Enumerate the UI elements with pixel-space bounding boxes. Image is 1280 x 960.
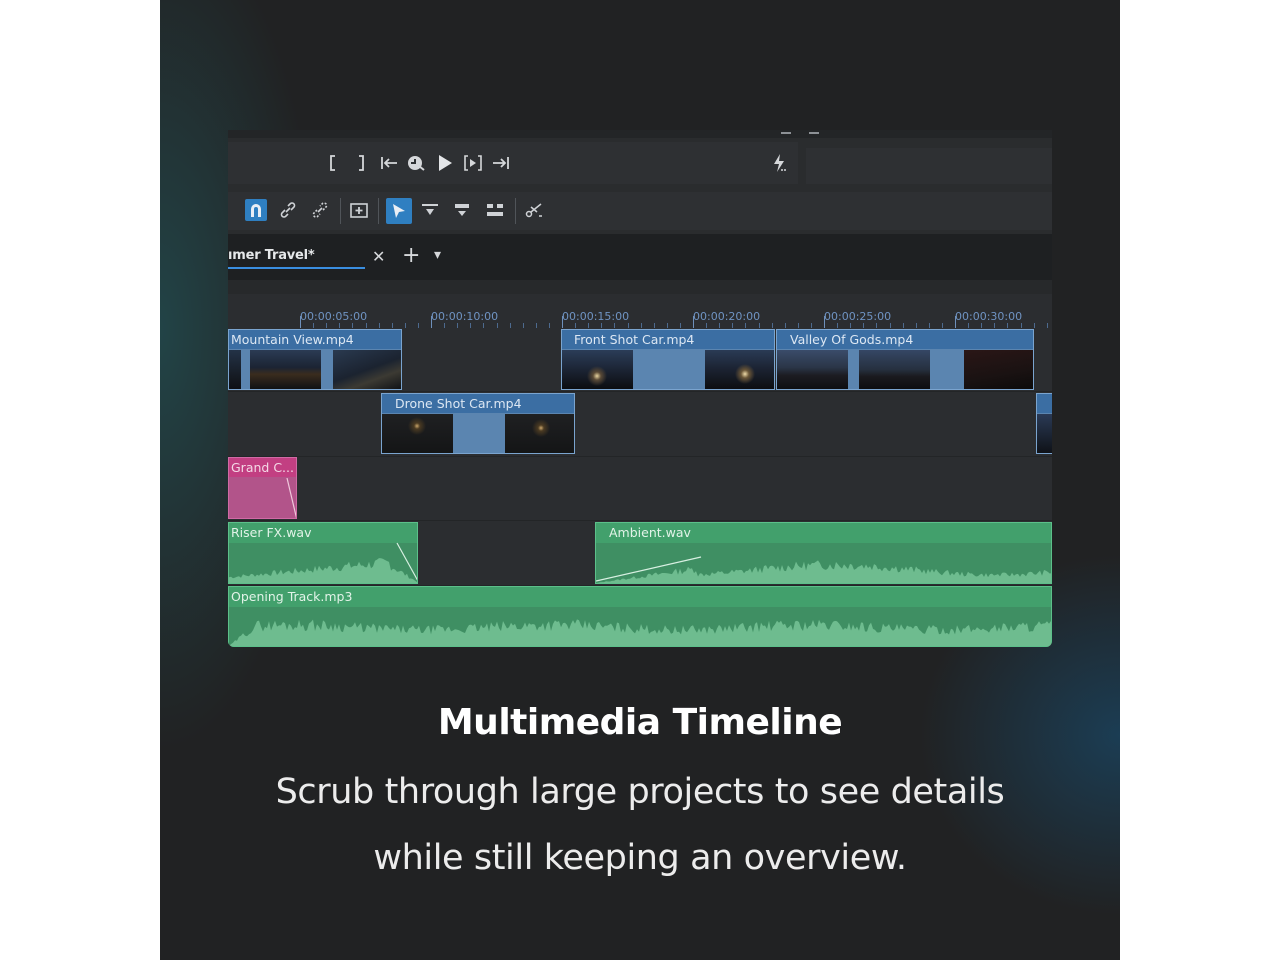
title-track bbox=[228, 457, 1052, 521]
play-zone-icon[interactable] bbox=[462, 152, 484, 174]
go-to-out-icon[interactable] bbox=[490, 152, 512, 174]
timeline-toolbar bbox=[228, 192, 1052, 230]
ruler-label: 00:00:15:00 bbox=[562, 310, 629, 323]
clip-drone-shot-car[interactable]: Drone Shot Car.mp4 bbox=[381, 393, 575, 454]
project-monitor-toolbar bbox=[806, 148, 1052, 184]
ruler-label: 00:00:05:00 bbox=[300, 310, 367, 323]
clip-title: Drone Shot Car.mp4 bbox=[382, 394, 574, 413]
toolbar-separator bbox=[378, 198, 379, 224]
toolbar-separator bbox=[515, 198, 516, 224]
clip-thumbnail bbox=[1037, 414, 1052, 453]
ruler-tick bbox=[824, 316, 825, 328]
caption-line-1: Scrub through large projects to see deta… bbox=[160, 772, 1120, 812]
overwrite-icon[interactable] bbox=[451, 199, 473, 221]
clip-title-grand[interactable]: Grand C... bbox=[228, 457, 297, 519]
clip-title: Valley Of Gods.mp4 bbox=[777, 330, 1033, 349]
clip-ambient[interactable]: Ambient.wav bbox=[595, 522, 1052, 584]
razor-icon[interactable] bbox=[523, 199, 545, 221]
ruler-label: 00:00:10:00 bbox=[431, 310, 498, 323]
ruler-tick bbox=[562, 316, 563, 328]
toolbar-separator bbox=[340, 198, 341, 224]
clip-title: Front Shot Car.mp4 bbox=[562, 330, 774, 349]
clip-thumbnail bbox=[333, 350, 402, 389]
snap-magnet-icon[interactable] bbox=[245, 199, 267, 221]
clip-opening-track[interactable]: Opening Track.mp3 bbox=[228, 586, 1052, 647]
monitor-toolbar bbox=[228, 142, 798, 184]
clip-title bbox=[1037, 394, 1052, 413]
ruler-label: 00:00:30:00 bbox=[955, 310, 1022, 323]
tab-summer-travel[interactable]: ımer Travel* bbox=[228, 248, 315, 263]
clip-thumbnail bbox=[229, 350, 241, 389]
add-tab-icon[interactable]: + bbox=[402, 243, 420, 268]
link-icon[interactable] bbox=[277, 199, 299, 221]
tab-active-indicator bbox=[228, 267, 365, 269]
clip-thumbnail bbox=[964, 350, 1034, 389]
timeline-ruler[interactable]: 00:00:05:00 00:00:10:00 00:00:15:00 00:0… bbox=[228, 294, 1052, 328]
set-out-point-icon[interactable] bbox=[350, 152, 372, 174]
clip-front-shot-car[interactable]: Front Shot Car.mp4 bbox=[561, 329, 775, 390]
video-track-1 bbox=[228, 392, 1052, 457]
go-to-in-icon[interactable] bbox=[378, 152, 400, 174]
lift-icon[interactable] bbox=[419, 199, 441, 221]
ruler-tick bbox=[693, 316, 694, 328]
caption-title: Multimedia Timeline bbox=[160, 702, 1120, 743]
ruler-tick bbox=[300, 316, 301, 328]
set-in-point-icon[interactable] bbox=[322, 152, 344, 174]
clip-partial-right[interactable] bbox=[1036, 393, 1052, 454]
unlink-icon[interactable] bbox=[309, 199, 331, 221]
ruler-spacer bbox=[228, 280, 1052, 294]
caption-line-2: while still keeping an overview. bbox=[160, 838, 1120, 878]
selection-tool-icon[interactable] bbox=[386, 198, 412, 224]
clip-thumbnail bbox=[705, 350, 775, 389]
clip-title: Grand C... bbox=[229, 458, 296, 477]
clip-title: Mountain View.mp4 bbox=[229, 330, 401, 349]
ruler-label: 00:00:25:00 bbox=[824, 310, 891, 323]
ruler-tick bbox=[955, 316, 956, 328]
timeline-tab-bar: ımer Travel* bbox=[228, 234, 1052, 280]
ruler-tick bbox=[431, 316, 432, 328]
fade-out-ramp bbox=[229, 478, 297, 519]
insert-zone-icon[interactable] bbox=[348, 199, 370, 221]
promo-panel: ımer Travel* ✕ + ▾ 00:00:05:00 00:00:10:… bbox=[160, 0, 1120, 960]
tab-menu-icon[interactable]: ▾ bbox=[434, 247, 441, 263]
audio-waveform bbox=[229, 605, 1052, 646]
clip-riser-fx[interactable]: Riser FX.wav bbox=[228, 522, 418, 584]
clip-mountain-view[interactable]: Mountain View.mp4 bbox=[228, 329, 402, 390]
window-top-strip bbox=[228, 130, 1052, 138]
loop-zone-icon[interactable] bbox=[405, 152, 427, 174]
clip-thumbnail bbox=[562, 350, 633, 389]
clip-title: Opening Track.mp3 bbox=[229, 587, 1051, 607]
lightning-icon[interactable] bbox=[768, 152, 790, 174]
clip-thumbnail bbox=[777, 350, 848, 389]
editor-window: ımer Travel* ✕ + ▾ 00:00:05:00 00:00:10:… bbox=[228, 130, 1052, 647]
clip-title: Riser FX.wav bbox=[229, 523, 417, 543]
close-tab-icon[interactable]: ✕ bbox=[372, 247, 385, 266]
clip-valley-of-gods[interactable]: Valley Of Gods.mp4 bbox=[776, 329, 1034, 390]
spacer-icon[interactable] bbox=[484, 199, 506, 221]
clip-thumbnail bbox=[250, 350, 321, 389]
audio-waveform bbox=[596, 541, 1052, 583]
clip-thumbnail bbox=[382, 414, 453, 453]
clip-title: Ambient.wav bbox=[596, 523, 1051, 543]
ruler-label: 00:00:20:00 bbox=[693, 310, 760, 323]
audio-waveform bbox=[229, 541, 418, 583]
clip-thumbnail bbox=[859, 350, 930, 389]
clip-thumbnail bbox=[505, 414, 575, 453]
play-icon[interactable] bbox=[434, 152, 456, 174]
